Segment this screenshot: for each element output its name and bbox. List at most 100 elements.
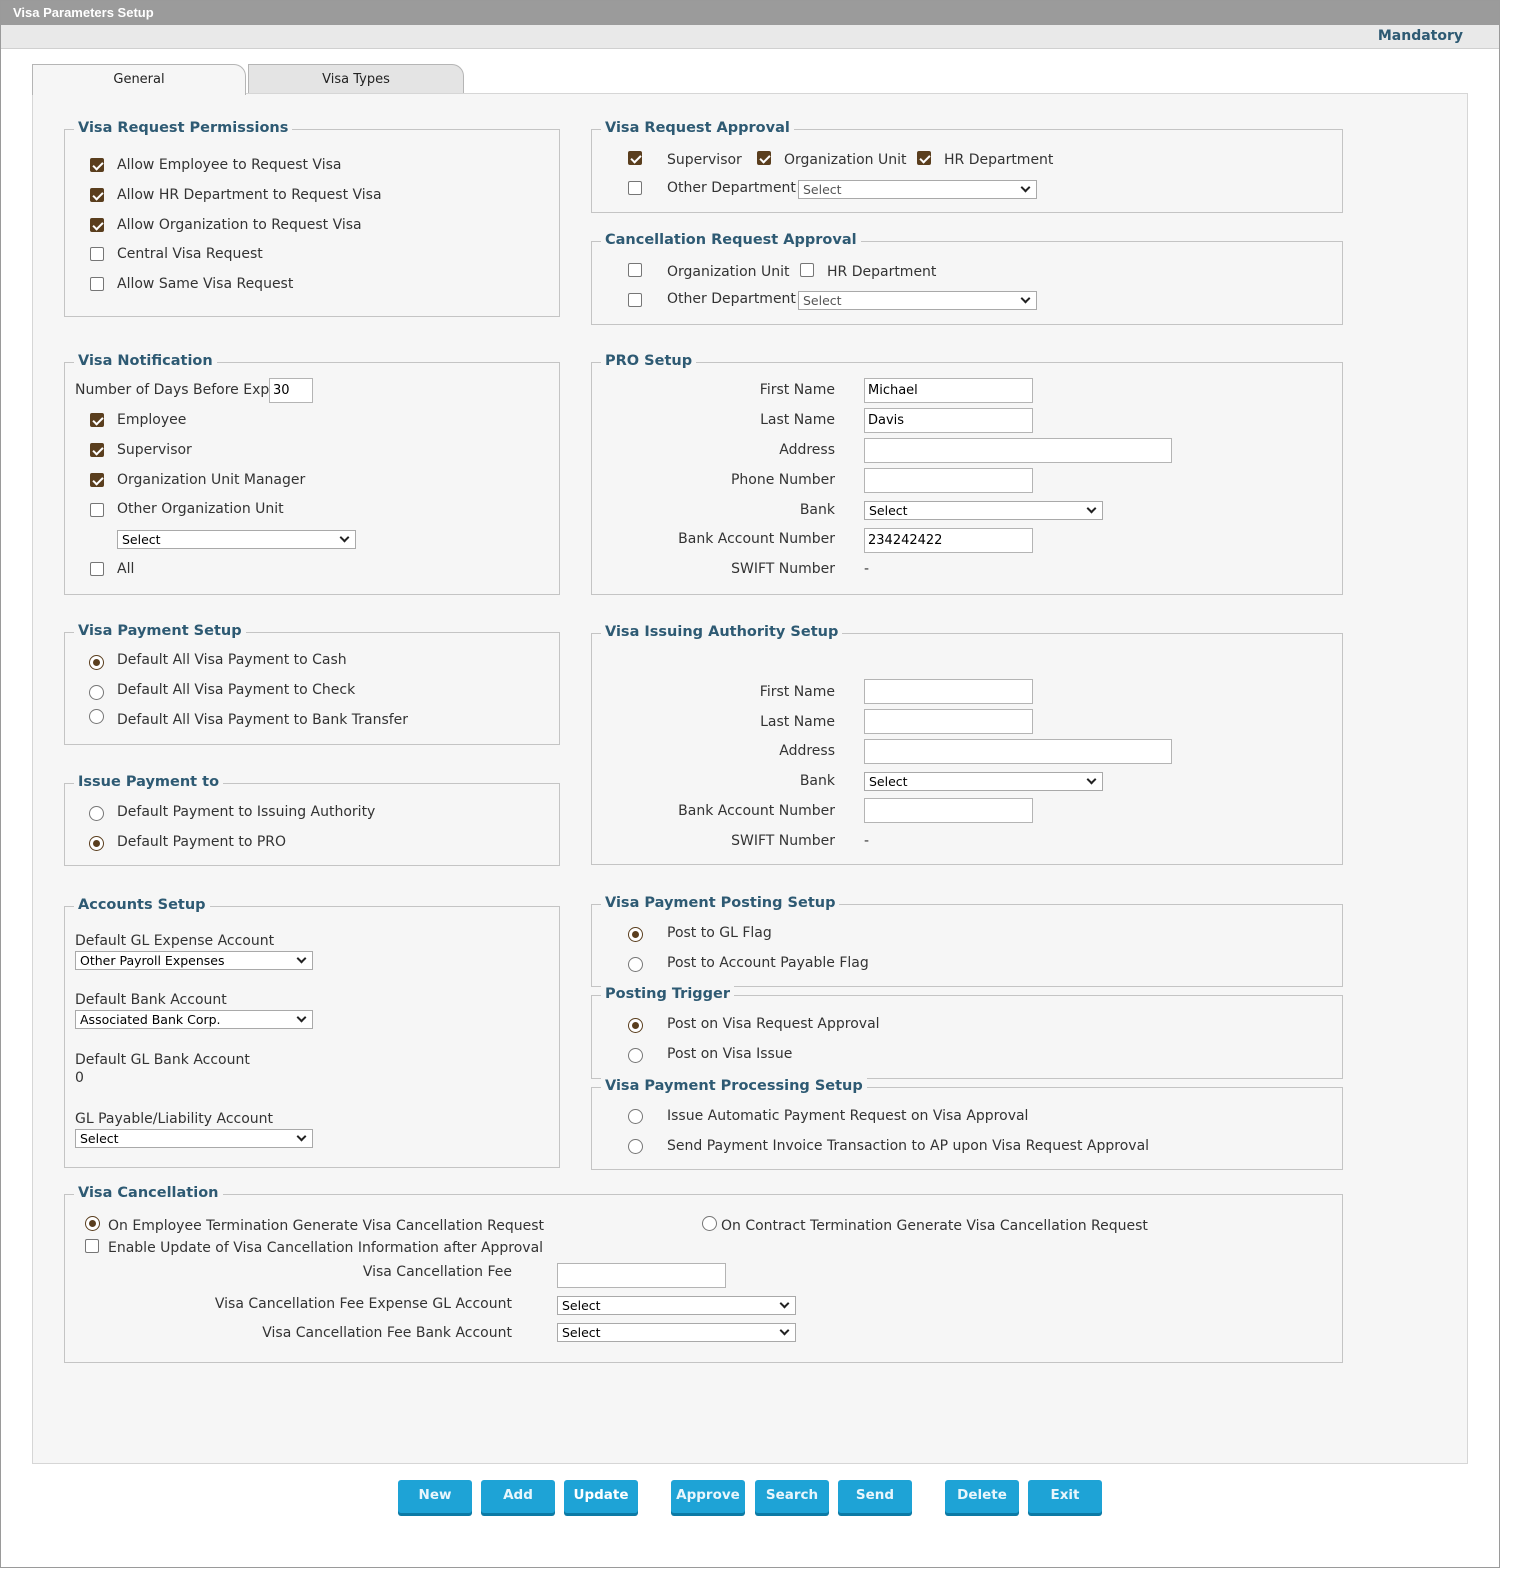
pro-address-input[interactable]: [864, 438, 1172, 463]
issue-to-authority-label: Default Payment to Issuing Authority: [117, 804, 376, 820]
notify-other-org-label: Other Organization Unit: [117, 501, 284, 517]
approval-org-unit-checkbox[interactable]: [757, 151, 771, 165]
pro-first-name-input[interactable]: Michael: [864, 378, 1033, 403]
ia-account-input[interactable]: [864, 798, 1033, 823]
ia-address-label: Address: [779, 743, 835, 759]
employee-termination-radio[interactable]: [85, 1216, 100, 1231]
enable-update-checkbox[interactable]: [85, 1239, 99, 1253]
notify-org-manager-label: Organization Unit Manager: [117, 472, 306, 488]
ia-bank-select[interactable]: Select: [864, 772, 1103, 791]
issuing-authority-legend: Visa Issuing Authority Setup: [601, 624, 843, 640]
auto-payment-radio[interactable]: [628, 1109, 643, 1124]
contract-termination-radio[interactable]: [702, 1216, 717, 1231]
notification-legend: Visa Notification: [74, 353, 217, 369]
pay-bank-transfer-label: Default All Visa Payment to Bank Transfe…: [117, 712, 409, 728]
allow-org-request-label: Allow Organization to Request Visa: [117, 217, 362, 233]
pay-bank-transfer-radio[interactable]: [89, 709, 104, 724]
ia-address-input[interactable]: [864, 739, 1172, 764]
notify-employee-checkbox[interactable]: [90, 413, 104, 427]
issue-to-pro-radio[interactable]: [89, 836, 104, 851]
search-button[interactable]: Search: [755, 1480, 829, 1513]
notify-all-checkbox[interactable]: [90, 562, 104, 576]
chevron-down-icon: [296, 953, 307, 964]
pro-address-label: Address: [779, 442, 835, 458]
approval-supervisor-checkbox[interactable]: [628, 151, 642, 165]
default-bank-select[interactable]: Associated Bank Corp.: [75, 1010, 313, 1029]
central-visa-request-label: Central Visa Request: [117, 246, 263, 262]
delete-button[interactable]: Delete: [945, 1480, 1019, 1513]
gl-payable-select[interactable]: Select: [75, 1129, 313, 1148]
approval-other-dept-select[interactable]: Select: [798, 180, 1037, 199]
allow-same-visa-request-checkbox[interactable]: [90, 277, 104, 291]
chevron-down-icon: [296, 1012, 307, 1023]
approval-hr-dept-checkbox[interactable]: [917, 151, 931, 165]
issue-to-authority-radio[interactable]: [89, 806, 104, 821]
tab-visa-types[interactable]: Visa Types: [248, 64, 464, 94]
cancel-hr-dept-checkbox[interactable]: [800, 263, 814, 277]
post-gl-radio[interactable]: [628, 927, 643, 942]
trigger-approval-radio[interactable]: [628, 1018, 643, 1033]
pay-check-label: Default All Visa Payment to Check: [117, 682, 356, 698]
chevron-down-icon: [1086, 503, 1097, 514]
pro-phone-input[interactable]: [864, 468, 1033, 493]
tab-general[interactable]: General: [32, 64, 246, 95]
send-button[interactable]: Send: [838, 1480, 912, 1513]
approve-button[interactable]: Approve: [671, 1480, 745, 1513]
update-button[interactable]: Update: [564, 1480, 638, 1513]
notify-other-org-checkbox[interactable]: [90, 503, 104, 517]
auto-payment-label: Issue Automatic Payment Request on Visa …: [667, 1108, 1029, 1124]
pay-check-radio[interactable]: [89, 685, 104, 700]
cancel-org-unit-checkbox[interactable]: [628, 263, 642, 277]
contract-termination-label: On Contract Termination Generate Visa Ca…: [721, 1218, 1148, 1234]
post-ap-radio[interactable]: [628, 957, 643, 972]
cancellation-fee-input[interactable]: [557, 1263, 726, 1288]
trigger-issue-radio[interactable]: [628, 1048, 643, 1063]
pro-bank-value: Select: [869, 503, 908, 518]
notify-other-org-value: Select: [122, 532, 161, 547]
add-button[interactable]: Add: [481, 1480, 555, 1513]
send-invoice-radio[interactable]: [628, 1139, 643, 1154]
fee-gl-account-select[interactable]: Select: [557, 1296, 796, 1315]
pro-account-input[interactable]: 234242422: [864, 528, 1033, 553]
gl-expense-select[interactable]: Other Payroll Expenses: [75, 951, 313, 970]
new-button[interactable]: New: [398, 1480, 472, 1513]
pay-cash-radio[interactable]: [89, 655, 104, 670]
allow-org-request-checkbox[interactable]: [90, 218, 104, 232]
payment-setup-legend: Visa Payment Setup: [74, 623, 246, 639]
send-invoice-label: Send Payment Invoice Transaction to AP u…: [667, 1138, 1150, 1154]
approval-org-unit-label: Organization Unit: [784, 152, 907, 168]
ia-first-name-input[interactable]: [864, 679, 1033, 704]
allow-hr-request-checkbox[interactable]: [90, 188, 104, 202]
pro-first-name-label: First Name: [759, 382, 835, 398]
cancellation-approval-group: Cancellation Request Approval: [591, 232, 1343, 325]
gl-expense-value: Other Payroll Expenses: [80, 953, 225, 968]
gl-bank-value: 0: [75, 1070, 84, 1086]
allow-same-visa-request-label: Allow Same Visa Request: [117, 276, 294, 292]
request-approval-legend: Visa Request Approval: [601, 120, 794, 136]
notify-org-manager-checkbox[interactable]: [90, 473, 104, 487]
central-visa-request-checkbox[interactable]: [90, 247, 104, 261]
gl-payable-value: Select: [80, 1131, 119, 1146]
allow-employee-request-label: Allow Employee to Request Visa: [117, 157, 342, 173]
pro-swift-label: SWIFT Number: [731, 561, 835, 577]
issue-payment-group: Issue Payment to: [64, 774, 560, 866]
exit-button[interactable]: Exit: [1028, 1480, 1102, 1513]
ia-last-name-input[interactable]: [864, 709, 1033, 734]
ia-last-name-label: Last Name: [760, 714, 835, 730]
days-before-expiry-input[interactable]: 30: [269, 378, 313, 403]
approval-other-dept-checkbox[interactable]: [628, 181, 642, 195]
pro-last-name-label: Last Name: [760, 412, 835, 428]
post-gl-label: Post to GL Flag: [667, 925, 772, 941]
notify-other-org-select[interactable]: Select: [117, 530, 356, 549]
trigger-issue-label: Post on Visa Issue: [667, 1046, 793, 1062]
allow-employee-request-checkbox[interactable]: [90, 158, 104, 172]
chevron-down-icon: [339, 532, 350, 543]
cancel-other-dept-checkbox[interactable]: [628, 293, 642, 307]
pro-last-name-input[interactable]: Davis: [864, 408, 1033, 433]
cancel-other-dept-select[interactable]: Select: [798, 291, 1037, 310]
fee-bank-account-select[interactable]: Select: [557, 1323, 796, 1342]
approval-hr-dept-label: HR Department: [944, 152, 1054, 168]
pro-bank-select[interactable]: Select: [864, 501, 1103, 520]
pro-phone-label: Phone Number: [730, 472, 835, 488]
notify-supervisor-checkbox[interactable]: [90, 443, 104, 457]
